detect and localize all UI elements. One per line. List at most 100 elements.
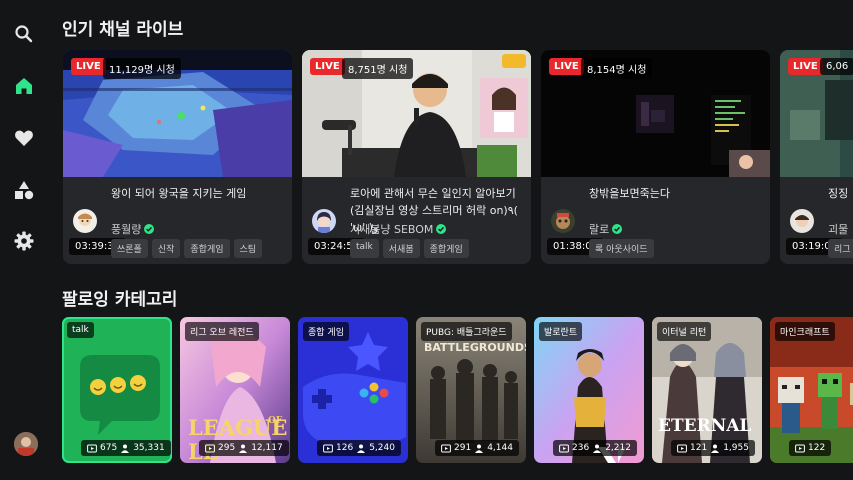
home-icon[interactable]	[13, 75, 35, 97]
live-count-icon	[87, 444, 97, 452]
live-count-icon	[323, 444, 333, 452]
tag[interactable]: talk	[350, 239, 379, 258]
category-stats: 126 5,240	[317, 440, 401, 456]
channel-name: 서새봄냥 SEBOM	[350, 223, 434, 236]
live-card[interactable]: LIVE 8,751명 시청 03:24:56 로아에 관해서 무슨 일인지 알…	[302, 50, 531, 264]
pubg-logo: BATTLEGROUNDS	[424, 341, 526, 354]
viewer-total: 4,144	[487, 443, 513, 453]
tag[interactable]: 스팀	[233, 239, 263, 258]
category-stats: 295 12,117	[199, 440, 289, 456]
channel-name-row[interactable]: 풍월량	[111, 221, 155, 237]
channel-name: 풍월량	[111, 223, 142, 236]
category-card[interactable]: LEAGUE OF LE 리그 오브 레전드 295 12,117	[180, 317, 290, 463]
live-card-list: LIVE 11,129명 시청 03:39:38 왕이 되어 왕국을 지키는 게…	[63, 50, 853, 265]
live-card[interactable]: LIVE 11,129명 시청 03:39:38 왕이 되어 왕국을 지키는 게…	[63, 50, 292, 264]
channel-name: 괴물	[828, 223, 849, 236]
live-count-icon	[205, 444, 215, 452]
tag[interactable]: 종합게임	[184, 239, 230, 258]
live-count: 121	[690, 443, 708, 453]
category-stats: 675 35,331	[81, 440, 171, 456]
live-count-icon	[559, 444, 569, 452]
channel-avatar[interactable]	[312, 209, 336, 233]
viewer-total: 12,117	[251, 443, 283, 453]
category-stats: 291 4,144	[435, 440, 519, 456]
viewer-total: 35,331	[133, 443, 165, 453]
category-label: talk	[67, 322, 94, 338]
viewer-total: 5,240	[369, 443, 395, 453]
category-label: 발로란트	[539, 322, 583, 341]
viewer-icon	[593, 444, 602, 453]
tag[interactable]: 쓰론폴	[111, 239, 148, 258]
channel-avatar[interactable]	[790, 209, 814, 233]
category-label: PUBG: 배틀그라운드	[421, 322, 512, 341]
live-count-icon	[677, 444, 687, 452]
tag[interactable]: 종합게임	[423, 239, 469, 258]
viewer-icon	[357, 444, 366, 453]
channel-avatar[interactable]	[551, 209, 575, 233]
live-count-icon	[441, 444, 451, 452]
viewer-icon	[711, 444, 720, 453]
viewer-total: 1,955	[723, 443, 749, 453]
live-card[interactable]: LIVE 8,154명 시청 01:38:04 창밖을보면죽는다 랄로 록 아웃…	[541, 50, 770, 264]
category-card[interactable]: BATTLEGROUNDS PUBG: 배틀그라운드 291 4,144	[416, 317, 526, 463]
live-count: 675	[100, 443, 118, 453]
channel-avatar[interactable]	[73, 209, 97, 233]
viewer-count: 6,06	[820, 58, 853, 75]
viewer-count: 8,154명 시청	[581, 58, 653, 79]
tag[interactable]: 록 아웃사이드	[589, 239, 654, 258]
eternal-logo: ETERNAL	[658, 416, 751, 436]
category-card[interactable]: 마인크래프트 122	[770, 317, 853, 463]
channel-name-row[interactable]: 괴물	[828, 221, 848, 237]
category-card[interactable]: 발로란트 236 2,212	[534, 317, 644, 463]
category-label: 리그 오브 레전드	[185, 322, 259, 341]
live-count-icon	[795, 444, 805, 452]
category-card[interactable]: talk 675 35,331	[62, 317, 172, 463]
viewer-icon	[239, 444, 248, 453]
category-stats: 121 1,955	[671, 440, 755, 456]
live-badge: LIVE	[71, 58, 106, 75]
category-label: 종합 게임	[303, 322, 349, 341]
viewer-icon	[121, 444, 130, 453]
channel-name-row[interactable]: 서새봄냥 SEBOM	[350, 221, 447, 237]
tag[interactable]: 서새봄	[382, 239, 420, 258]
tag-list: 쓰론폴 신작 종합게임 스팀	[111, 239, 263, 258]
live-card[interactable]: LIVE 6,06 03:19:05 징징 괴물 리그	[780, 50, 853, 264]
live-count: 122	[808, 443, 826, 453]
viewer-count: 11,129명 시청	[103, 58, 181, 79]
category-stats: 236 2,212	[553, 440, 637, 456]
sidebar	[0, 0, 48, 480]
category-label: 이터널 리턴	[657, 322, 712, 341]
shapes-icon[interactable]	[13, 179, 35, 201]
stream-title: 왕이 되어 왕국을 지키는 게임	[111, 187, 247, 200]
tag[interactable]: 리그	[828, 239, 853, 258]
viewer-total: 2,212	[605, 443, 631, 453]
tag-list: 리그	[828, 239, 853, 258]
channel-name-row[interactable]: 랄로	[589, 221, 623, 237]
search-icon[interactable]	[13, 23, 35, 45]
tag-list: 록 아웃사이드	[589, 239, 654, 258]
live-count: 126	[336, 443, 354, 453]
live-count: 236	[572, 443, 590, 453]
viewer-count: 8,751명 시청	[342, 58, 414, 79]
live-section-title: 인기 채널 라이브	[62, 20, 184, 40]
category-stats: 122	[789, 440, 832, 456]
live-badge: LIVE	[310, 58, 345, 75]
verified-icon	[144, 224, 155, 234]
verified-icon	[436, 224, 447, 234]
live-count: 291	[454, 443, 472, 453]
viewer-icon	[475, 444, 484, 453]
profile-avatar[interactable]	[14, 432, 38, 456]
channel-name: 랄로	[589, 223, 610, 236]
live-badge: LIVE	[549, 58, 584, 75]
verified-icon	[612, 224, 623, 234]
live-badge: LIVE	[788, 58, 823, 75]
lol-logo-of: OF	[268, 416, 283, 426]
category-section-title: 팔로잉 카테고리	[62, 290, 178, 310]
category-card[interactable]: ETERNAL 이터널 리턴 121 1,955	[652, 317, 762, 463]
category-card[interactable]: 종합 게임 126 5,240	[298, 317, 408, 463]
gear-icon[interactable]	[13, 230, 35, 252]
stream-title: 징징	[828, 187, 849, 200]
stream-title: 창밖을보면죽는다	[589, 187, 670, 200]
heart-icon[interactable]	[13, 127, 35, 149]
tag[interactable]: 신작	[151, 239, 181, 258]
